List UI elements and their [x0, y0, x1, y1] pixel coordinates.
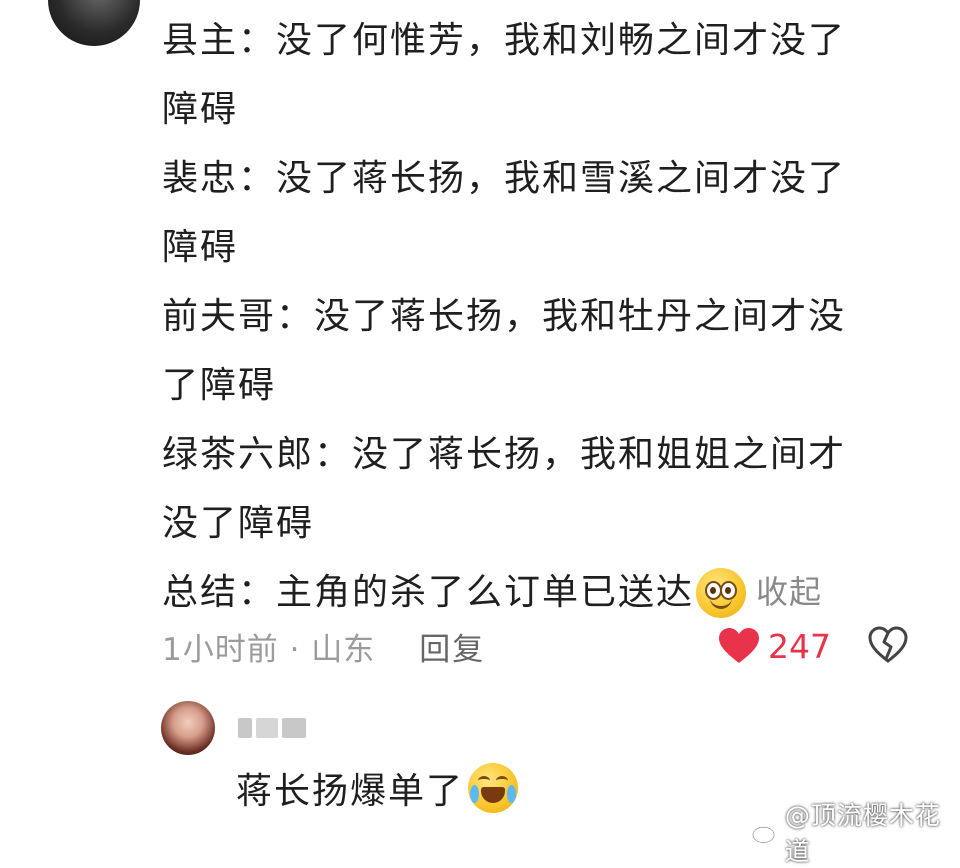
collapse-button[interactable]: 收起	[756, 558, 822, 627]
dislike-broken-heart-icon[interactable]	[868, 626, 908, 664]
comment-body: 县主：没了何惟芳，我和刘畅之间才没了 障碍 裴忠：没了蒋长扬，我和雪溪之间才没了…	[162, 6, 922, 627]
reply-avatar[interactable]	[161, 701, 215, 755]
comment-line: 前夫哥：没了蒋长扬，我和牡丹之间才没	[162, 296, 847, 337]
comment-line: 障碍	[162, 227, 239, 268]
comment-meta: 1小时前 · 山东 回复 247	[162, 618, 922, 674]
reply-button[interactable]: 回复	[419, 624, 485, 669]
reply-content: 蒋长扬爆单了	[236, 762, 519, 814]
comment-line: 了障碍	[162, 365, 277, 406]
weibo-icon	[752, 821, 780, 844]
comment-line: 县主：没了何惟芳，我和刘畅之间才没了	[162, 20, 847, 61]
like-button[interactable]: 247	[718, 618, 831, 674]
reply-text: 蒋长扬爆单了	[236, 771, 465, 812]
like-count: 247	[768, 626, 831, 666]
reply-username-blurred[interactable]	[238, 712, 310, 742]
comment-summary-line: 总结：主角的杀了么订单已送达 收起	[162, 558, 922, 627]
comment-line: 没了障碍	[162, 503, 315, 544]
laugh-cry-emoji-icon	[468, 763, 519, 813]
comment-time-location: 1小时前 · 山东	[162, 631, 376, 668]
comment-summary-text: 总结：主角的杀了么订单已送达	[162, 572, 695, 613]
commenter-avatar[interactable]	[48, 0, 140, 46]
watermark: @顶流樱木花道	[752, 796, 960, 868]
heart-icon	[719, 628, 759, 663]
comment-line: 裴忠：没了蒋长扬，我和雪溪之间才没了	[162, 158, 847, 199]
comment-line: 障碍	[162, 89, 239, 130]
smile-emoji-icon	[696, 567, 747, 618]
watermark-text: @顶流樱木花道	[784, 801, 941, 866]
comment-line: 绿茶六郎：没了蒋长扬，我和姐姐之间才	[162, 434, 847, 475]
